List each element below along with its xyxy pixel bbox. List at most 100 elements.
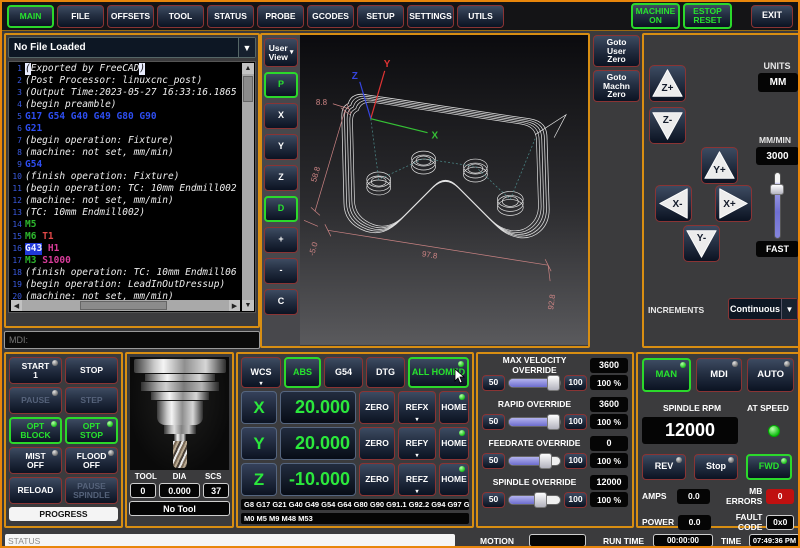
override-slider[interactable]: [508, 456, 561, 466]
status-field: STATUS: [5, 534, 455, 547]
3d-viewport[interactable]: Y Z X 8.8 58.8 -5.0 97.8 92.8: [300, 35, 588, 346]
cycle-button-flood[interactable]: FLOOD OFF: [65, 447, 118, 474]
jog-y-minus-button[interactable]: Y-: [683, 225, 720, 262]
ref-button-y[interactable]: REFY▾: [398, 427, 436, 460]
override-slider[interactable]: [508, 495, 561, 505]
override-max-button[interactable]: 100: [564, 375, 587, 391]
view-button-x[interactable]: X: [264, 103, 298, 129]
view-button-c[interactable]: C: [264, 289, 298, 315]
mdi-mode-button[interactable]: MDI: [696, 358, 743, 392]
jog-x-plus-button[interactable]: X+: [715, 185, 752, 222]
spindle-panel: MAN MDI AUTO SPINDLE RPM AT SPEED 12000 …: [636, 352, 800, 528]
g54-button[interactable]: G54: [324, 357, 363, 388]
wcs-label: WCS: [251, 368, 272, 377]
zero-button-z[interactable]: ZERO: [359, 463, 395, 496]
view-button-d[interactable]: D: [264, 196, 298, 222]
override-min-button[interactable]: 50: [482, 453, 505, 469]
cycle-button-mist[interactable]: MIST OFF: [9, 447, 62, 474]
slider-track: [774, 172, 781, 239]
view-button-+[interactable]: +: [264, 227, 298, 253]
override-slider[interactable]: [508, 417, 561, 427]
menu-tab-file[interactable]: FILE: [57, 5, 104, 28]
mdi-input[interactable]: MDI:: [4, 331, 260, 349]
zero-button-y[interactable]: ZERO: [359, 427, 395, 460]
override-group: MAX VELOCITY OVERRIDE360050100100 %: [482, 357, 628, 392]
estop-reset-button[interactable]: ESTOP RESET: [683, 3, 732, 29]
menu-tab-utils[interactable]: UTILS: [457, 5, 504, 28]
jog-z-minus-button[interactable]: Z-: [649, 107, 686, 144]
gcode-line: 16G43 H1: [10, 243, 242, 255]
cycle-button-start[interactable]: START 1: [9, 357, 62, 384]
jog-rate-slider[interactable]: [770, 172, 784, 239]
increments-dropdown[interactable]: Continuous ▼: [728, 298, 798, 320]
override-min-button[interactable]: 50: [482, 375, 505, 391]
amps-label: AMPS: [642, 491, 673, 501]
scroll-right-icon[interactable]: ▶: [229, 300, 240, 311]
axis-letter-z: Z: [241, 463, 277, 496]
wcs-button[interactable]: WCS ▾: [241, 357, 281, 388]
dtg-button[interactable]: DTG: [366, 357, 405, 388]
scroll-down-icon[interactable]: ▼: [242, 300, 254, 311]
view-button-y[interactable]: Y: [264, 134, 298, 160]
gcode-editor[interactable]: 1(Exported by FreeCAD)2(Post Processor: …: [8, 61, 256, 313]
view-button-user-view[interactable]: User View▾: [264, 38, 298, 67]
menu-tab-tool[interactable]: TOOL: [157, 5, 204, 28]
menu-tab-main[interactable]: MAIN: [7, 5, 54, 28]
horizontal-scroll-thumb[interactable]: [80, 301, 167, 310]
machine-on-button[interactable]: MACHINE ON: [631, 3, 680, 29]
zero-button-x[interactable]: ZERO: [359, 391, 395, 424]
jog-x-minus-button[interactable]: X-: [655, 185, 692, 222]
auto-mode-button[interactable]: AUTO: [747, 358, 794, 392]
file-combobox[interactable]: No File Loaded ▼: [8, 37, 256, 58]
cycle-button-reload[interactable]: RELOAD: [9, 477, 62, 504]
override-max-button[interactable]: 100: [564, 414, 587, 430]
menu-tab-probe[interactable]: PROBE: [257, 5, 304, 28]
vertical-scrollbar[interactable]: ▲ ▼: [242, 63, 254, 311]
override-max-button[interactable]: 100: [564, 453, 587, 469]
units-display[interactable]: MM: [758, 73, 798, 92]
override-slider[interactable]: [508, 378, 561, 388]
jog-y-plus-button[interactable]: Y+: [701, 147, 738, 184]
chevron-down-icon[interactable]: ▼: [781, 299, 797, 319]
spindle-rev-button[interactable]: REV: [642, 454, 686, 480]
gcode-line: 4(begin preamble): [10, 99, 242, 111]
menu-tab-setup[interactable]: SETUP: [357, 5, 404, 28]
goto-user-zero-button[interactable]: Goto User Zero: [593, 35, 640, 67]
menu-tab-settings[interactable]: SETTINGS: [407, 5, 454, 28]
override-value: 0: [590, 436, 628, 451]
override-max-button[interactable]: 100: [564, 492, 587, 508]
home-led: [459, 466, 465, 472]
view-button-p[interactable]: P: [264, 72, 298, 98]
slider-handle[interactable]: [770, 184, 784, 195]
cycle-button-step[interactable]: STEP: [65, 387, 118, 414]
ref-button-x[interactable]: REFX▾: [398, 391, 436, 424]
override-min-button[interactable]: 50: [482, 414, 505, 430]
ref-button-z[interactable]: REFZ▾: [398, 463, 436, 496]
horizontal-scrollbar[interactable]: ◀ ▶: [11, 300, 240, 311]
scroll-left-icon[interactable]: ◀: [11, 300, 22, 311]
menu-tab-status[interactable]: STATUS: [207, 5, 254, 28]
chevron-down-icon[interactable]: ▼: [238, 38, 255, 57]
exit-button[interactable]: EXIT: [751, 5, 793, 28]
goto-machine-zero-button[interactable]: Goto Machn Zero: [593, 70, 640, 102]
cycle-button-opt-block[interactable]: OPT BLOCK: [9, 417, 62, 444]
spindle-fwd-button[interactable]: FWD: [746, 454, 792, 480]
cycle-button-pause[interactable]: PAUSE: [9, 387, 62, 414]
view-button--[interactable]: -: [264, 258, 298, 284]
override-min-button[interactable]: 50: [482, 492, 505, 508]
cycle-button-opt-stop[interactable]: OPT STOP: [65, 417, 118, 444]
jog-z-plus-button[interactable]: Z+: [649, 65, 686, 102]
cycle-button-pause-spindle[interactable]: PAUSE SPINDLE: [65, 477, 118, 504]
home-button-z[interactable]: HOME: [439, 463, 469, 496]
home-button-y[interactable]: HOME: [439, 427, 469, 460]
menu-tab-gcodes[interactable]: GCODES: [307, 5, 354, 28]
scroll-up-icon[interactable]: ▲: [242, 63, 254, 74]
spindle-stop-button[interactable]: Stop: [694, 454, 738, 480]
abs-button[interactable]: ABS: [284, 357, 321, 388]
view-button-z[interactable]: Z: [264, 165, 298, 191]
menu-tab-offsets[interactable]: OFFSETS: [107, 5, 154, 28]
cycle-button-stop[interactable]: STOP: [65, 357, 118, 384]
vertical-scroll-thumb[interactable]: [243, 76, 253, 102]
home-button-x[interactable]: HOME: [439, 391, 469, 424]
man-mode-button[interactable]: MAN: [642, 358, 691, 392]
